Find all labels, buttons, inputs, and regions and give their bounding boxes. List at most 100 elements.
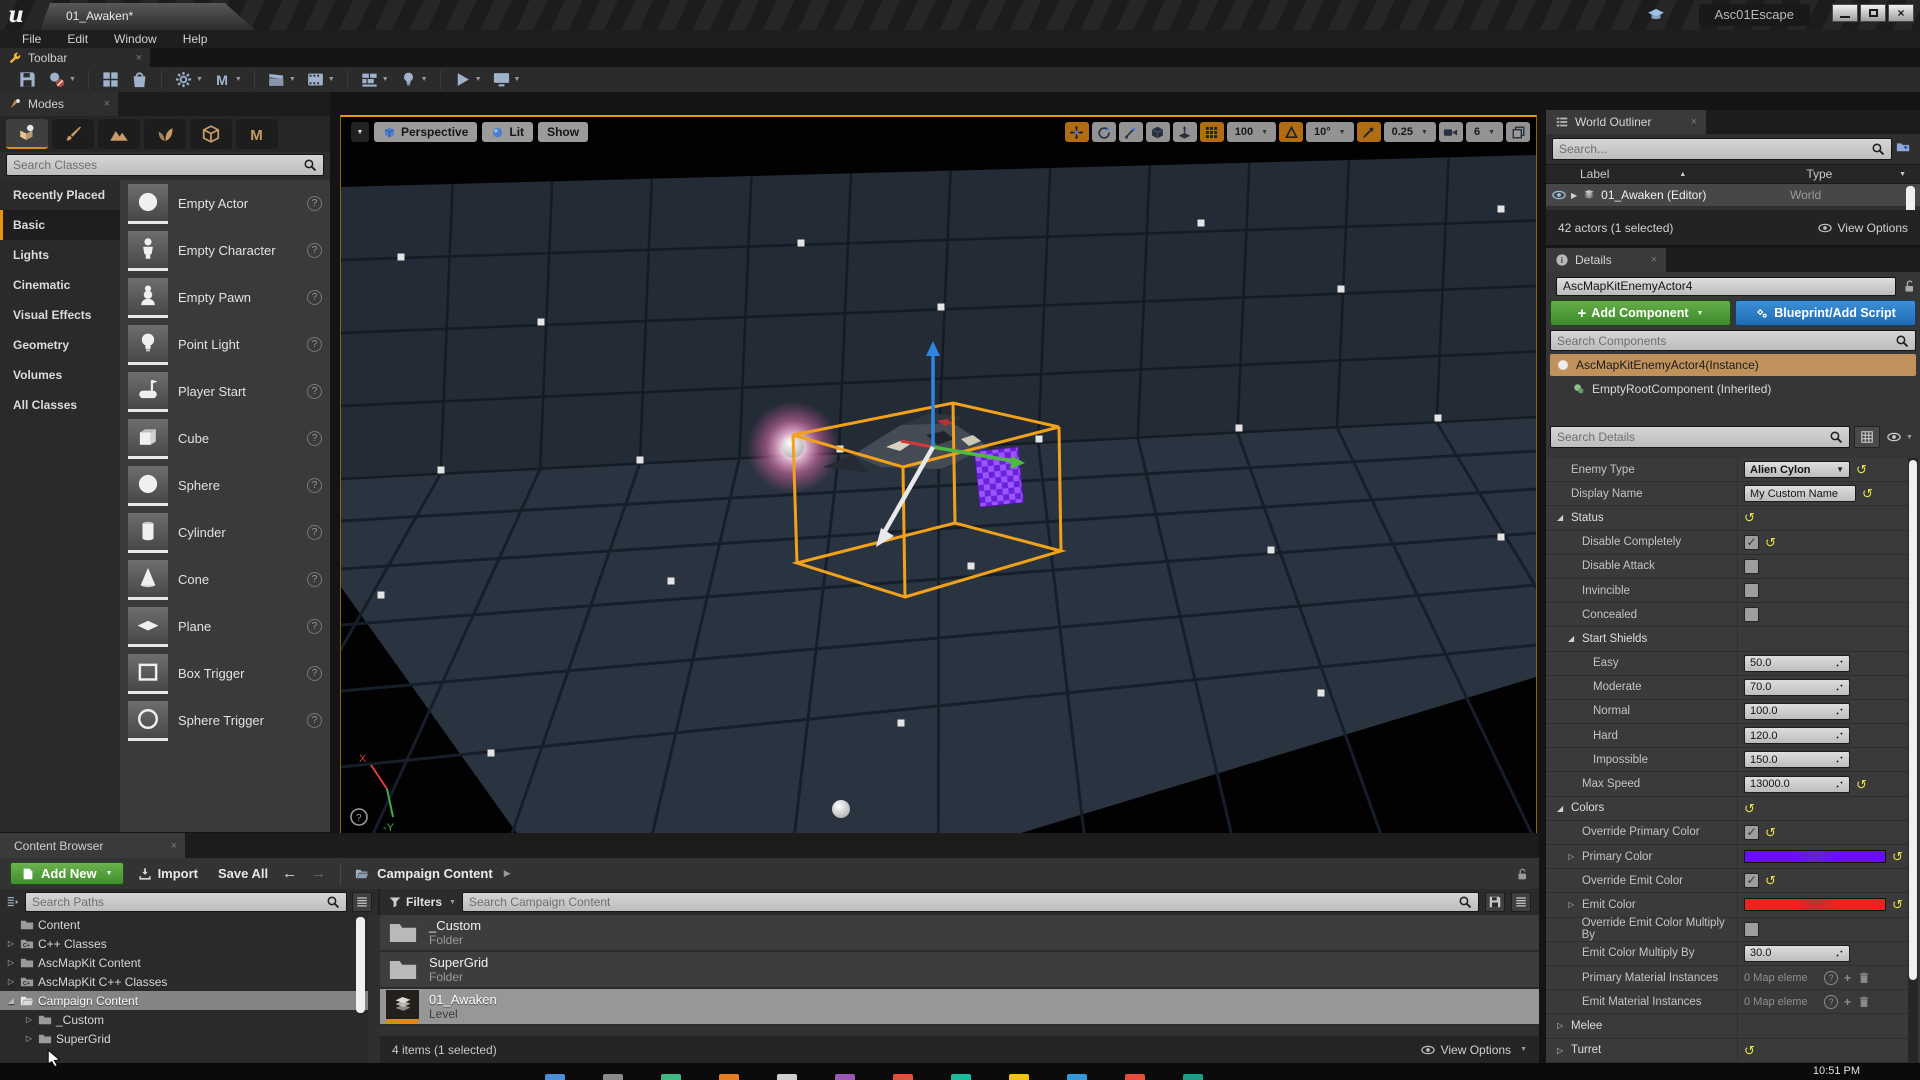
launch-button[interactable]: ▼ (492, 70, 521, 89)
grid-snap-value[interactable]: 100▼ (1227, 122, 1276, 142)
place-item-point-light[interactable]: Point Light? (120, 321, 330, 368)
category-recently-placed[interactable]: Recently Placed (0, 180, 120, 210)
search-classes-box[interactable] (6, 154, 324, 176)
component-ascmapkitenemyactor4-instance[interactable]: AscMapKitEnemyActor4(Instance) (1550, 354, 1916, 376)
category-volumes[interactable]: Volumes (0, 360, 120, 390)
camera-speed-value[interactable]: 6▼ (1466, 122, 1503, 142)
search-assets-box[interactable] (462, 892, 1479, 912)
play-button[interactable]: ▼ (453, 70, 482, 89)
save-button[interactable] (18, 70, 37, 89)
help-icon[interactable]: ? (307, 666, 322, 681)
back-button[interactable]: ← (282, 865, 297, 882)
view-options-button[interactable]: View Options (1818, 221, 1908, 235)
taskbar-app-icon[interactable] (719, 1074, 739, 1080)
tree-item-supergrid[interactable]: ▷SuperGrid (0, 1029, 368, 1048)
tree-item-content[interactable]: Content (0, 915, 368, 934)
details-scrollbar[interactable] (1908, 458, 1918, 1063)
rotation-snap-value[interactable]: 10°▼ (1306, 122, 1354, 142)
menu-file[interactable]: File (10, 32, 53, 46)
reset-to-default-icon[interactable]: ↺ (1765, 536, 1776, 549)
impossible-field[interactable]: 150.0 (1744, 751, 1850, 768)
taskbar-app-icon[interactable] (951, 1074, 971, 1080)
taskbar-app-icon[interactable] (661, 1074, 681, 1080)
paths-list-button[interactable] (352, 892, 372, 912)
place-item-cube[interactable]: Cube? (120, 415, 330, 462)
maximize-viewport-button[interactable] (1506, 122, 1530, 142)
category-basic[interactable]: Basic (0, 210, 120, 240)
place-item-cone[interactable]: Cone? (120, 556, 330, 603)
place-item-empty-pawn[interactable]: Empty Pawn? (120, 274, 330, 321)
content-button[interactable] (101, 70, 120, 89)
section-expander-icon[interactable]: ◢ (1568, 634, 1582, 643)
emit-color-multiply-by-field[interactable]: 30.0 (1744, 945, 1850, 962)
help-icon[interactable]: ? (307, 431, 322, 446)
source-control-button[interactable]: ▼ (47, 70, 76, 89)
taskbar-app-icon[interactable] (603, 1074, 623, 1080)
reset-to-default-icon[interactable]: ↺ (1765, 874, 1776, 887)
grid-snap-button[interactable] (1200, 122, 1224, 142)
close-icon[interactable]: × (171, 840, 177, 852)
search-components-box[interactable] (1550, 330, 1916, 351)
component-emptyrootcomponent-inherited[interactable]: EmptyRootComponent (Inherited) (1566, 378, 1916, 400)
taskbar-app-icon[interactable] (1009, 1074, 1029, 1080)
search-details-input[interactable] (1557, 430, 1829, 444)
expander-icon[interactable]: ▷ (1568, 900, 1582, 909)
mode-tool-mesh-paint[interactable]: M (236, 119, 278, 149)
reset-to-default-icon[interactable]: ↺ (1744, 511, 1755, 524)
column-options-icon[interactable]: ▼ (1899, 171, 1906, 178)
tree-scrollbar[interactable] (356, 917, 365, 1013)
save-all-button[interactable]: Save All (212, 866, 268, 881)
reset-to-default-icon[interactable]: ↺ (1892, 850, 1903, 863)
tree-item-c-classes[interactable]: ▷C+C++ Classes (0, 934, 368, 953)
breadcrumb[interactable]: Campaign Content ▶ (355, 866, 510, 881)
search-classes-input[interactable] (13, 158, 303, 172)
place-item-plane[interactable]: Plane? (120, 603, 330, 650)
primary-color-swatch[interactable] (1744, 850, 1886, 863)
forward-button[interactable]: → (311, 865, 326, 882)
import-button[interactable]: Import (138, 866, 198, 881)
category-all-classes[interactable]: All Classes (0, 390, 120, 420)
category-visual-effects[interactable]: Visual Effects (0, 300, 120, 330)
outliner-search-box[interactable] (1552, 138, 1892, 160)
search-details-box[interactable] (1550, 426, 1850, 448)
close-icon[interactable]: × (1691, 116, 1697, 128)
blueprint-add-script-button[interactable]: Blueprint/Add Script (1735, 300, 1916, 326)
emit-color-swatch[interactable] (1744, 898, 1886, 911)
expander-icon[interactable]: ▷ (6, 977, 16, 986)
view-options-button[interactable]: View Options ▼ (1421, 1043, 1527, 1057)
details-tab[interactable]: i Details × (1546, 248, 1666, 272)
lock-open-icon[interactable] (1902, 279, 1916, 293)
tree-item-ascmapkit-content[interactable]: ▷AscMapKit Content (0, 953, 368, 972)
close-icon[interactable]: × (136, 52, 142, 64)
content-browser-tab[interactable]: Content Browser × (0, 833, 185, 858)
menu-help[interactable]: Help (171, 32, 220, 46)
scale-tool-button[interactable] (1119, 122, 1143, 142)
mode-tool-landscape[interactable] (98, 119, 140, 149)
normal-field[interactable]: 100.0 (1744, 703, 1850, 720)
lock-icon[interactable] (1515, 867, 1529, 881)
search-paths-input[interactable] (32, 895, 326, 909)
settings-button[interactable]: ▼ (174, 70, 203, 89)
help-icon[interactable]: ? (307, 713, 322, 728)
taskbar-app-icon[interactable] (1183, 1074, 1203, 1080)
close-button[interactable]: × (1888, 4, 1914, 22)
asset-01-awaken[interactable]: 01_AwakenLevel (380, 989, 1539, 1026)
reset-to-default-icon[interactable]: ↺ (1862, 487, 1873, 500)
reset-to-default-icon[interactable]: ↺ (1856, 778, 1867, 791)
outliner-search-input[interactable] (1559, 142, 1871, 156)
build-button[interactable]: ▼ (360, 70, 389, 89)
concealed-checkbox[interactable] (1744, 607, 1759, 622)
search-paths-box[interactable] (25, 892, 347, 912)
tree-item-custom[interactable]: ▷_Custom (0, 1010, 368, 1029)
expander-icon[interactable]: ▷ (1568, 852, 1582, 861)
taskbar-app-icon[interactable] (1125, 1074, 1145, 1080)
help-icon[interactable]: ? (307, 572, 322, 587)
save-filter-button[interactable] (1485, 892, 1505, 912)
override-emit-color-multiply-by-checkbox[interactable] (1744, 922, 1759, 937)
modes-tab[interactable]: Modes × (0, 92, 118, 116)
world-space-button[interactable] (1146, 122, 1170, 142)
add-new-button[interactable]: Add New▼ (10, 862, 124, 885)
close-icon[interactable]: × (104, 98, 110, 110)
matinee-button[interactable]: ▼ (306, 70, 335, 89)
help-icon[interactable]: ? (1824, 971, 1838, 985)
